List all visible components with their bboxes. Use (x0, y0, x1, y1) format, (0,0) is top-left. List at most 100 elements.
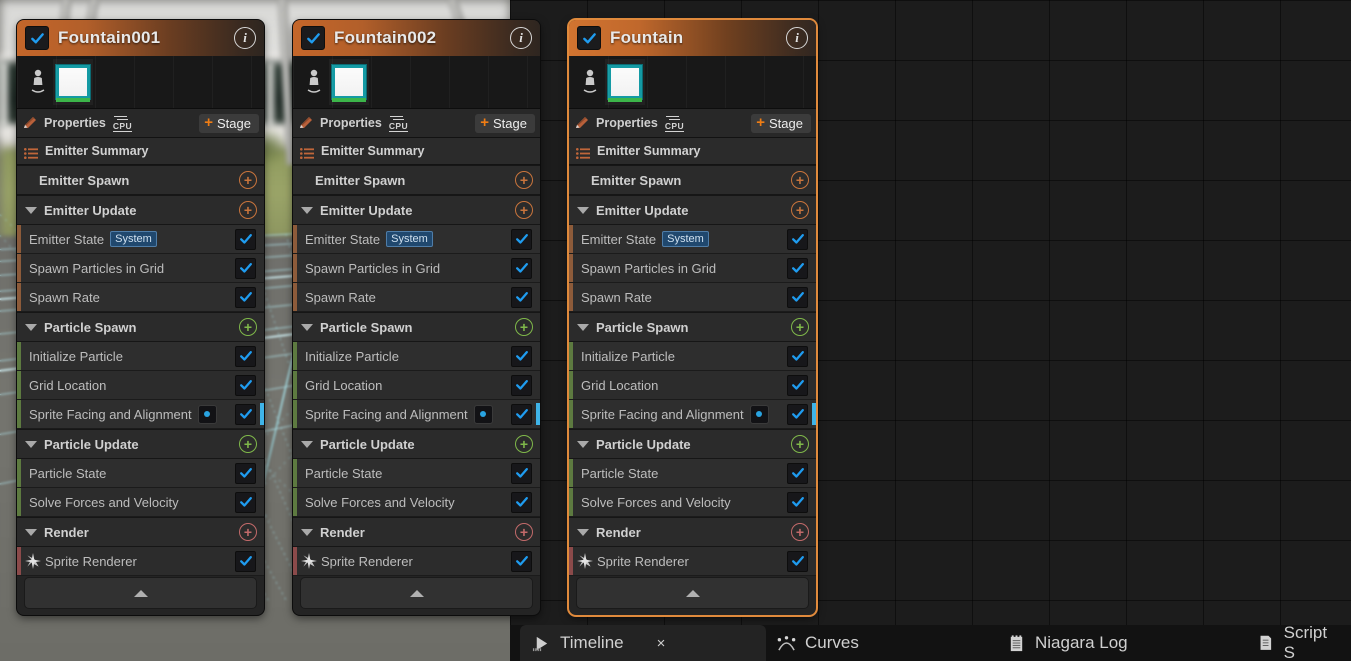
module-enable-checkbox[interactable] (787, 345, 808, 367)
chevron-down-icon[interactable] (577, 323, 589, 331)
stage-header-row[interactable]: Emitter Update + (17, 195, 264, 225)
chevron-down-icon[interactable] (577, 528, 589, 536)
module-enable-checkbox[interactable] (235, 491, 256, 513)
emitter-collapse-button[interactable] (24, 577, 257, 609)
module-enable-checkbox[interactable] (235, 374, 256, 396)
tab-niagara-log[interactable]: Niagara Log (995, 625, 1140, 661)
emitter-summary-row[interactable]: Emitter Summary (293, 138, 540, 165)
chevron-down-icon[interactable] (577, 440, 589, 448)
chevron-down-icon[interactable] (301, 528, 313, 536)
module-row[interactable]: Spawn Rate (293, 283, 540, 312)
module-enable-checkbox[interactable] (511, 228, 532, 250)
module-row[interactable]: Sprite Facing and Alignment (17, 400, 264, 429)
stage-header-row[interactable]: Particle Update + (569, 429, 816, 459)
add-module-button[interactable]: + (791, 435, 809, 453)
module-row[interactable]: Particle State (569, 459, 816, 488)
module-enable-checkbox[interactable] (235, 228, 256, 250)
module-enable-checkbox[interactable] (787, 257, 808, 279)
module-enable-checkbox[interactable] (511, 257, 532, 279)
add-module-button[interactable]: + (791, 171, 809, 189)
emitter-properties-row[interactable]: Properties CPU + Stage (293, 109, 540, 138)
module-enable-checkbox[interactable] (511, 403, 532, 425)
module-row[interactable]: Particle State (17, 459, 264, 488)
add-module-button[interactable]: + (515, 523, 533, 541)
module-row[interactable]: Spawn Particles in Grid (569, 254, 816, 283)
stage-header-row[interactable]: Particle Update + (17, 429, 264, 459)
module-row[interactable]: Spawn Rate (569, 283, 816, 312)
module-row[interactable]: Solve Forces and Velocity (569, 488, 816, 517)
chevron-down-icon[interactable] (301, 206, 313, 214)
emitter-summary-row[interactable]: Emitter Summary (17, 138, 264, 165)
module-enable-checkbox[interactable] (787, 228, 808, 250)
emitter-header[interactable]: Fountain001 i (17, 20, 264, 56)
module-enable-checkbox[interactable] (511, 374, 532, 396)
module-row[interactable]: Spawn Rate (17, 283, 264, 312)
emitter-enable-checkbox[interactable] (25, 26, 49, 50)
chevron-down-icon[interactable] (25, 323, 37, 331)
add-module-button[interactable]: + (515, 435, 533, 453)
emitter-panel[interactable]: Fountain i Properties CPU + Stage Emitter Summ… (569, 20, 816, 615)
renderer-row[interactable]: Sprite Renderer (569, 547, 816, 576)
stage-header-row[interactable]: Emitter Spawn + (569, 165, 816, 195)
add-module-button[interactable]: + (515, 171, 533, 189)
chevron-down-icon[interactable] (25, 528, 37, 536)
module-enable-checkbox[interactable] (511, 345, 532, 367)
emitter-thumbnail[interactable] (605, 59, 645, 105)
module-row[interactable]: Emitter State System (17, 225, 264, 254)
stage-header-row[interactable]: Emitter Update + (569, 195, 816, 225)
module-row[interactable]: Emitter State System (293, 225, 540, 254)
tab-curves[interactable]: Curves (765, 625, 871, 661)
module-enable-checkbox[interactable] (235, 286, 256, 308)
add-stage-button[interactable]: + Stage (475, 113, 535, 133)
module-version-dot-icon[interactable] (749, 404, 769, 424)
module-row[interactable]: Sprite Facing and Alignment (293, 400, 540, 429)
add-module-button[interactable]: + (239, 201, 257, 219)
module-row[interactable]: Emitter State System (569, 225, 816, 254)
module-version-dot-icon[interactable] (473, 404, 493, 424)
add-module-button[interactable]: + (239, 435, 257, 453)
module-enable-checkbox[interactable] (787, 550, 808, 572)
module-row[interactable]: Initialize Particle (17, 342, 264, 371)
chevron-down-icon[interactable] (301, 440, 313, 448)
stage-header-row[interactable]: Particle Spawn + (17, 312, 264, 342)
stage-header-row[interactable]: Emitter Spawn + (17, 165, 264, 195)
module-enable-checkbox[interactable] (787, 403, 808, 425)
emitter-collapse-button[interactable] (300, 577, 533, 609)
emitter-panel[interactable]: Fountain002 i Properties CPU + Stage Emitter S… (293, 20, 540, 615)
emitter-summary-row[interactable]: Emitter Summary (569, 138, 816, 165)
module-row[interactable]: Sprite Facing and Alignment (569, 400, 816, 429)
stage-header-row[interactable]: Render + (293, 517, 540, 547)
stage-header-row[interactable]: Render + (17, 517, 264, 547)
emitter-properties-row[interactable]: Properties CPU + Stage (17, 109, 264, 138)
emitter-thumbnail[interactable] (329, 59, 369, 105)
module-enable-checkbox[interactable] (787, 286, 808, 308)
emitter-enable-checkbox[interactable] (577, 26, 601, 50)
module-enable-checkbox[interactable] (235, 550, 256, 572)
module-row[interactable]: Grid Location (17, 371, 264, 400)
emitter-header[interactable]: Fountain002 i (293, 20, 540, 56)
emitter-collapse-button[interactable] (576, 577, 809, 609)
emitter-enable-checkbox[interactable] (301, 26, 325, 50)
add-stage-button[interactable]: + Stage (199, 113, 259, 133)
module-row[interactable]: Particle State (293, 459, 540, 488)
add-module-button[interactable]: + (791, 523, 809, 541)
stage-header-row[interactable]: Emitter Update + (293, 195, 540, 225)
close-icon[interactable]: × (657, 636, 666, 651)
chevron-down-icon[interactable] (301, 323, 313, 331)
emitter-properties-row[interactable]: Properties CPU + Stage (569, 109, 816, 138)
add-module-button[interactable]: + (239, 171, 257, 189)
module-row[interactable]: Spawn Particles in Grid (17, 254, 264, 283)
add-module-button[interactable]: + (239, 318, 257, 336)
info-icon[interactable]: i (510, 27, 532, 49)
module-row[interactable]: Initialize Particle (569, 342, 816, 371)
module-row[interactable]: Spawn Particles in Grid (293, 254, 540, 283)
stage-header-row[interactable]: Render + (569, 517, 816, 547)
renderer-row[interactable]: Sprite Renderer (293, 547, 540, 576)
module-enable-checkbox[interactable] (235, 462, 256, 484)
emitter-thumbnail[interactable] (53, 59, 93, 105)
module-enable-checkbox[interactable] (511, 286, 532, 308)
emitter-panel[interactable]: Fountain001 i Properties CPU + Stage Emitter S… (17, 20, 264, 615)
emitter-header[interactable]: Fountain i (569, 20, 816, 56)
add-module-button[interactable]: + (239, 523, 257, 541)
tab-script-stats[interactable]: Script S (1245, 623, 1351, 661)
